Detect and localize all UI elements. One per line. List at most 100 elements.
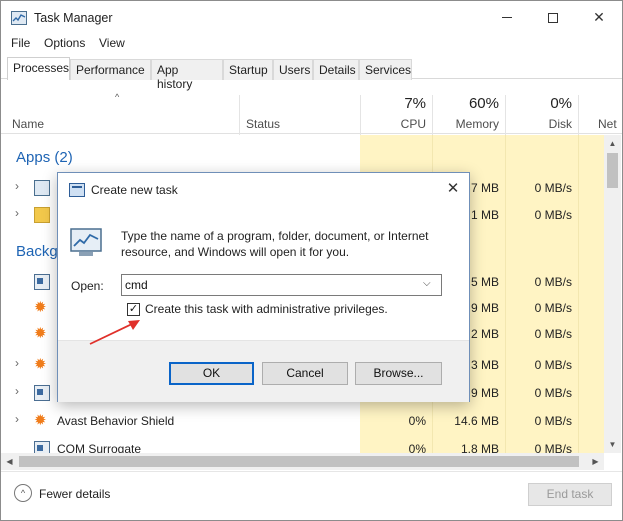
disk-value: 0 MB/s xyxy=(534,327,572,341)
disk-value: 0 MB/s xyxy=(534,208,572,222)
column-memory[interactable]: Memory xyxy=(449,117,499,131)
column-name[interactable]: Name xyxy=(12,117,44,131)
tab-startup[interactable]: Startup xyxy=(223,59,273,80)
fewer-details-link[interactable]: Fewer details xyxy=(39,487,110,501)
close-button[interactable]: ✕ xyxy=(576,1,622,34)
scroll-thumb[interactable] xyxy=(607,153,618,188)
column-divider xyxy=(505,95,506,135)
tab-app-history[interactable]: App history xyxy=(151,59,223,91)
minimize-button[interactable] xyxy=(484,1,530,34)
column-divider xyxy=(578,95,579,135)
horizontal-scrollbar[interactable]: ◀ ▶ xyxy=(1,453,604,470)
cpu-percent: 7% xyxy=(404,95,426,112)
column-cpu[interactable]: CPU xyxy=(384,117,426,131)
open-input[interactable] xyxy=(125,277,415,293)
disk-value: 0 MB/s xyxy=(534,414,572,428)
ok-button[interactable]: OK xyxy=(169,362,254,385)
footer: ^ Fewer details End task xyxy=(1,471,622,520)
menu-view[interactable]: View xyxy=(99,36,125,50)
column-divider xyxy=(432,95,433,135)
avast-icon: ✹ xyxy=(34,325,47,342)
tab-performance[interactable]: Performance xyxy=(70,59,151,80)
chevron-down-icon[interactable]: ⌵ xyxy=(423,278,431,289)
menu-options[interactable]: Options xyxy=(44,36,85,50)
scroll-right-icon[interactable]: ▶ xyxy=(587,453,604,470)
expand-chevron-icon[interactable]: › xyxy=(15,412,19,426)
task-manager-icon xyxy=(11,11,27,25)
group-background-title: Backg xyxy=(16,243,58,260)
maximize-icon xyxy=(548,12,558,23)
column-network[interactable]: Net xyxy=(598,117,617,131)
annotation-arrow-icon xyxy=(89,320,140,345)
tab-users[interactable]: Users xyxy=(273,59,313,80)
expand-chevron-icon[interactable]: › xyxy=(15,179,19,193)
menu-bar: File Options View xyxy=(1,34,622,54)
disk-value: 0 MB/s xyxy=(534,181,572,195)
service-window-icon xyxy=(34,274,50,290)
column-header: ^ Name Status 7% CPU 60% Memory 0% Disk … xyxy=(1,80,622,135)
end-task-button[interactable]: End task xyxy=(528,483,612,506)
admin-privileges-checkbox[interactable]: ✓ xyxy=(127,303,140,316)
disk-value: 0 MB/s xyxy=(534,386,572,400)
sort-up-icon: ^ xyxy=(115,92,120,102)
vertical-scrollbar[interactable]: ▲ ▼ xyxy=(604,135,621,453)
chevron-up-circle-icon[interactable]: ^ xyxy=(14,484,32,502)
memory-value: 1.8 MB xyxy=(460,442,499,453)
dialog-title: Create new task xyxy=(91,183,178,197)
scroll-thumb[interactable] xyxy=(19,456,579,467)
column-disk[interactable]: Disk xyxy=(531,117,572,131)
disk-value: 0 MB/s xyxy=(534,275,572,289)
tab-details[interactable]: Details xyxy=(313,59,359,80)
browse-button[interactable]: Browse... xyxy=(355,362,442,385)
maximize-button[interactable] xyxy=(530,1,576,34)
disk-value: 0 MB/s xyxy=(534,301,572,315)
process-name: COM Surrogate xyxy=(57,442,142,453)
column-status[interactable]: Status xyxy=(246,117,280,131)
disk-value: 0 MB/s xyxy=(534,358,572,372)
tab-services[interactable]: Services xyxy=(359,59,412,80)
cancel-button[interactable]: Cancel xyxy=(262,362,348,385)
memory-percent: 60% xyxy=(468,95,499,112)
run-icon xyxy=(69,183,85,197)
close-icon: ✕ xyxy=(446,180,460,197)
tab-processes[interactable]: Processes xyxy=(7,57,70,80)
cpu-value: 0% xyxy=(408,442,426,453)
table-row[interactable]: › ✹ Avast Behavior Shield 0% 14.6 MB 0 M… xyxy=(1,408,604,434)
service-window-icon xyxy=(34,441,50,453)
menu-file[interactable]: File xyxy=(11,36,30,50)
title-bar: Task Manager ✕ xyxy=(1,1,622,34)
table-row[interactable]: COM Surrogate 0% 1.8 MB 0 MB/s xyxy=(1,436,604,453)
avast-icon: ✹ xyxy=(34,299,47,316)
scroll-left-icon[interactable]: ◀ xyxy=(1,453,18,470)
task-manager-large-icon xyxy=(70,228,102,256)
process-name: Avast Behavior Shield xyxy=(57,414,175,428)
task-manager-icon xyxy=(34,180,50,196)
dialog-description: Type the name of a program, folder, docu… xyxy=(121,229,429,259)
admin-privileges-label[interactable]: Create this task with administrative pri… xyxy=(145,302,388,316)
expand-chevron-icon[interactable]: › xyxy=(15,384,19,398)
cpu-value: 0% xyxy=(408,414,426,428)
scroll-down-icon[interactable]: ▼ xyxy=(604,436,621,453)
expand-chevron-icon[interactable]: › xyxy=(15,206,19,220)
dialog-close-button[interactable]: ✕ xyxy=(443,179,463,199)
avast-icon: ✹ xyxy=(34,356,47,373)
scroll-up-icon[interactable]: ▲ xyxy=(604,135,621,152)
open-combobox[interactable]: ⌵ xyxy=(121,274,442,296)
avast-icon: ✹ xyxy=(34,412,47,429)
explorer-folder-icon xyxy=(34,207,50,223)
minimize-icon xyxy=(502,17,512,18)
column-divider xyxy=(360,95,361,135)
checkmark-icon: ✓ xyxy=(128,303,139,315)
disk-percent: 0% xyxy=(550,95,572,112)
close-icon: ✕ xyxy=(593,9,605,25)
memory-value: 14.6 MB xyxy=(454,414,499,428)
dialog-button-bar: OK Cancel Browse... xyxy=(58,340,469,402)
create-new-task-dialog: Create new task ✕ Type the name of a pro… xyxy=(57,172,470,402)
expand-chevron-icon[interactable]: › xyxy=(15,356,19,370)
window-title: Task Manager xyxy=(34,11,113,25)
service-window-icon xyxy=(34,385,50,401)
disk-value: 0 MB/s xyxy=(534,442,572,453)
group-apps-title: Apps (2) xyxy=(16,149,73,166)
tab-strip: Processes Performance App history Startu… xyxy=(1,57,622,91)
open-label: Open: xyxy=(71,279,104,293)
